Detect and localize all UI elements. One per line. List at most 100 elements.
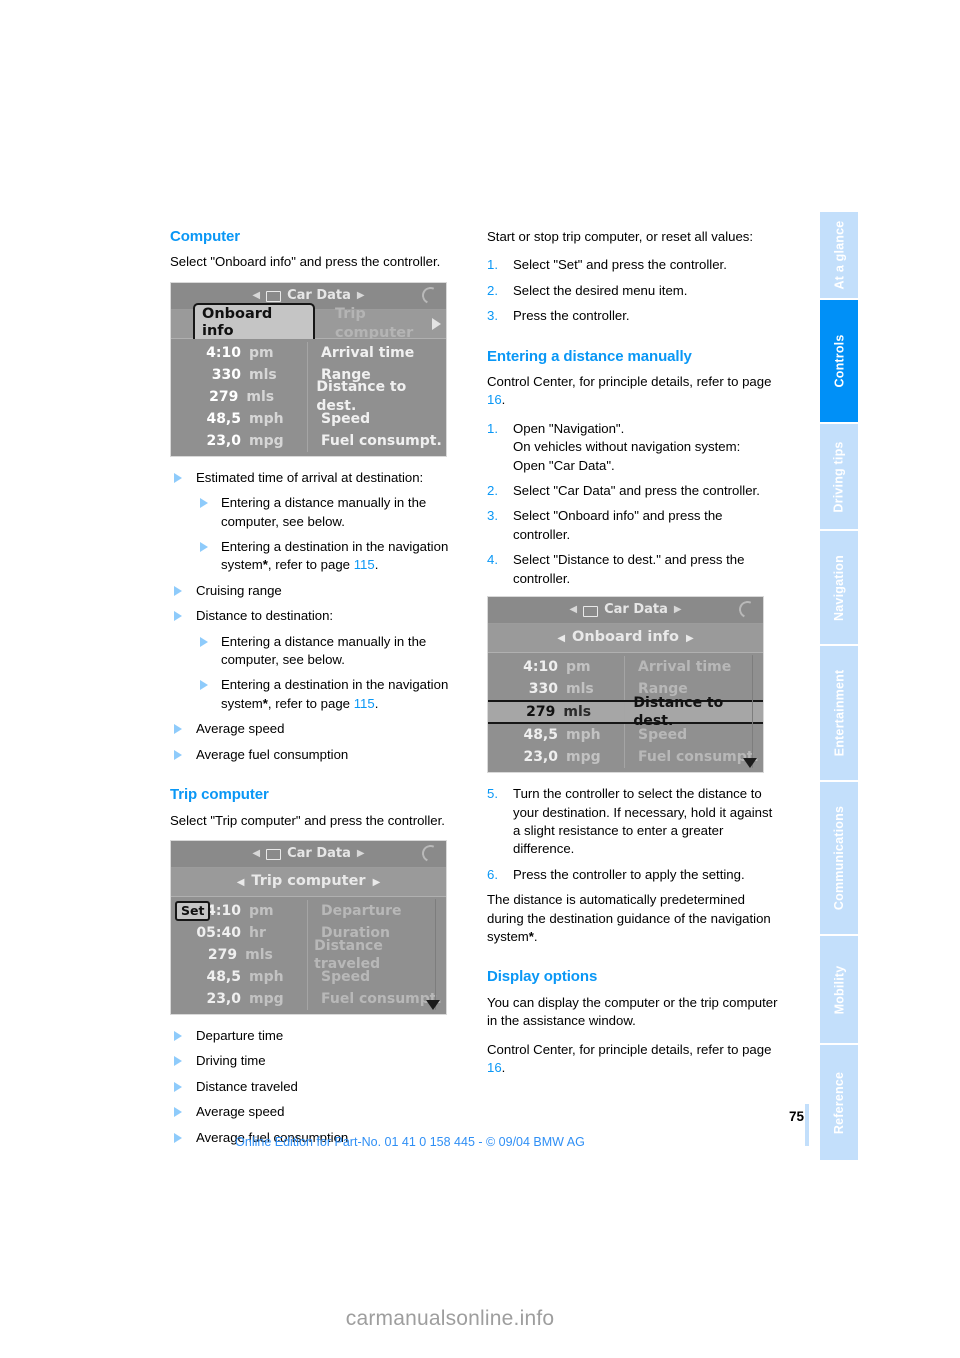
scrollbar[interactable]: [434, 898, 436, 1010]
refresh-circle-icon: [736, 598, 759, 621]
screen-row[interactable]: 279 mls Distance traveled: [171, 938, 446, 972]
list-item-text-post: .: [374, 557, 379, 573]
list-item: Entering a destination in the navigation…: [196, 538, 465, 575]
row-label: Speed: [321, 968, 371, 985]
screen-submenu-bar: ◀ Trip computer ▶: [171, 867, 446, 897]
bullet-triangle-icon: [200, 542, 208, 553]
row-value: 4:10: [523, 658, 558, 675]
trip-computer-intro: Select "Trip computer" and press the con…: [170, 812, 445, 828]
screen-submenu-label: Trip computer: [251, 872, 366, 889]
page-reference[interactable]: 16: [487, 392, 502, 407]
refresh-circle-icon: [419, 284, 442, 307]
page-number: 75: [788, 1109, 804, 1124]
tab-controls[interactable]: Controls: [820, 299, 858, 425]
row-unit: mpg: [249, 990, 284, 1007]
entering-distance-note: The distance is automatically predetermi…: [487, 891, 782, 946]
row-unit: hr: [249, 924, 266, 941]
numbered-step: 2. Select "Car Data" and press the contro…: [487, 482, 782, 500]
sub-list: Entering a distance manually in the comp…: [196, 633, 465, 714]
page-reference[interactable]: 115: [354, 557, 375, 572]
screen-submenu-wrap: ◀ Onboard info ▶: [550, 628, 700, 648]
left-arrow-icon[interactable]: ◀: [237, 877, 245, 888]
step-number: 3.: [487, 308, 498, 324]
entering-distance-steps-1-4: 1. Open "Navigation". On vehicles without…: [487, 420, 782, 588]
screen-row[interactable]: 48,5 mph Speed: [171, 965, 446, 988]
tab-label: Communications: [832, 806, 847, 911]
list-item-text: Average speed: [196, 721, 285, 737]
entering-distance-intro: Control Center, for principle details, r…: [487, 373, 782, 410]
scroll-right-icon[interactable]: [432, 317, 441, 330]
right-arrow-icon: ▶: [356, 847, 365, 859]
right-arrow-icon[interactable]: ▶: [686, 633, 694, 644]
tab-at-a-glance[interactable]: At a glance: [820, 212, 858, 300]
right-arrow-icon[interactable]: ▶: [373, 877, 381, 888]
row-value: 23,0: [206, 990, 241, 1007]
step-number: 3.: [487, 508, 498, 524]
tab-mobility[interactable]: Mobility: [820, 936, 858, 1046]
scroll-down-icon[interactable]: [743, 758, 757, 769]
page-reference[interactable]: 115: [354, 696, 375, 711]
scroll-down-icon[interactable]: [426, 999, 440, 1010]
scrollbar[interactable]: [751, 655, 753, 769]
screen-row[interactable]: 48,5 mph Speed: [171, 407, 446, 430]
display-options-para-1: You can display the computer or the trip…: [487, 994, 778, 1029]
screen-row[interactable]: 4:10 pm Departure: [171, 899, 446, 922]
step-text: Press the controller to apply the settin…: [513, 866, 745, 882]
intro-text-pre: Control Center, for principle details, r…: [487, 374, 772, 390]
tab-label: Entertainment: [832, 669, 847, 757]
screen-row[interactable]: 4:10 pm Arrival time: [488, 656, 763, 679]
list-item: Distance to destination: Entering a dist…: [170, 607, 465, 713]
tab-reference[interactable]: Reference: [820, 1045, 858, 1160]
site-watermark: carmanualsonline.info: [345, 1307, 555, 1330]
numbered-step: 4. Select "Distance to dest." and press t…: [487, 551, 782, 588]
left-arrow-icon: ◀: [569, 603, 578, 615]
computer-intro: Select "Onboard info" and press the cont…: [170, 254, 441, 270]
monitor-icon: [266, 849, 282, 861]
bullet-triangle-icon: [174, 1056, 182, 1067]
row-unit: mls: [566, 680, 594, 697]
tab-communications[interactable]: Communications: [820, 782, 858, 937]
screen-row-selected[interactable]: 279 mls Distance to dest.: [488, 695, 763, 729]
step-number: 2.: [487, 483, 498, 499]
row-label: Fuel consumpt.: [321, 990, 442, 1007]
bullet-triangle-icon: [174, 724, 182, 735]
row-value: 48,5: [206, 968, 241, 985]
right-column: Start or stop trip computer, or reset al…: [487, 228, 782, 1087]
heading-computer: Computer: [170, 228, 241, 245]
row-label: Fuel consumpt.: [638, 748, 759, 765]
edition-line: Online Edition for Part-No. 01 41 0 158 …: [235, 1135, 585, 1149]
tab-label: At a glance: [832, 220, 847, 290]
row-unit: pm: [566, 658, 591, 675]
screen-row[interactable]: 4:10 pm Arrival time: [171, 341, 446, 364]
list-item-text: Average fuel consumption: [196, 746, 349, 762]
screen-row[interactable]: 48,5 mph Speed: [488, 724, 763, 747]
row-value: 279: [207, 946, 238, 963]
sub-list: Entering a distance manually in the comp…: [196, 494, 465, 575]
note-text-post: .: [533, 928, 538, 944]
page-reference[interactable]: 16: [487, 1060, 502, 1075]
list-item-text-mid: , refer to page: [267, 695, 354, 711]
step-number: 1.: [487, 257, 498, 273]
screen-row[interactable]: 23,0 mpg Fuel consumpt.: [171, 429, 446, 452]
list-item: Average fuel consumption: [170, 746, 465, 764]
left-arrow-icon: ◀: [252, 289, 261, 301]
row-value: 05:40: [196, 924, 241, 941]
screen-row[interactable]: 23,0 mpg Fuel consumpt.: [171, 987, 446, 1010]
tab-navigation[interactable]: Navigation: [820, 531, 858, 647]
screen-submenu-bar: ◀ Onboard info ▶: [488, 624, 763, 654]
row-value: 279: [526, 703, 556, 720]
screen-row[interactable]: 279 mls Distance to dest.: [171, 379, 446, 413]
screen-tab-trip-computer[interactable]: Trip computer: [335, 305, 446, 342]
section-tab-rail: At a glance Controls Driving tips Naviga…: [820, 212, 858, 1160]
screen-row[interactable]: 23,0 mpg Fuel consumpt.: [488, 746, 763, 769]
left-arrow-icon[interactable]: ◀: [557, 633, 565, 644]
tab-driving-tips[interactable]: Driving tips: [820, 424, 858, 532]
list-item-text: Departure time: [196, 1027, 284, 1043]
tab-entertainment[interactable]: Entertainment: [820, 646, 858, 783]
row-unit: mls: [249, 366, 277, 383]
set-button[interactable]: Set: [175, 900, 211, 921]
list-item-text: Distance traveled: [196, 1078, 298, 1094]
list-item-text: Estimated time of arrival at destination…: [196, 469, 424, 485]
list-item: Entering a destination in the navigation…: [196, 676, 465, 713]
step-number: 2.: [487, 282, 498, 298]
